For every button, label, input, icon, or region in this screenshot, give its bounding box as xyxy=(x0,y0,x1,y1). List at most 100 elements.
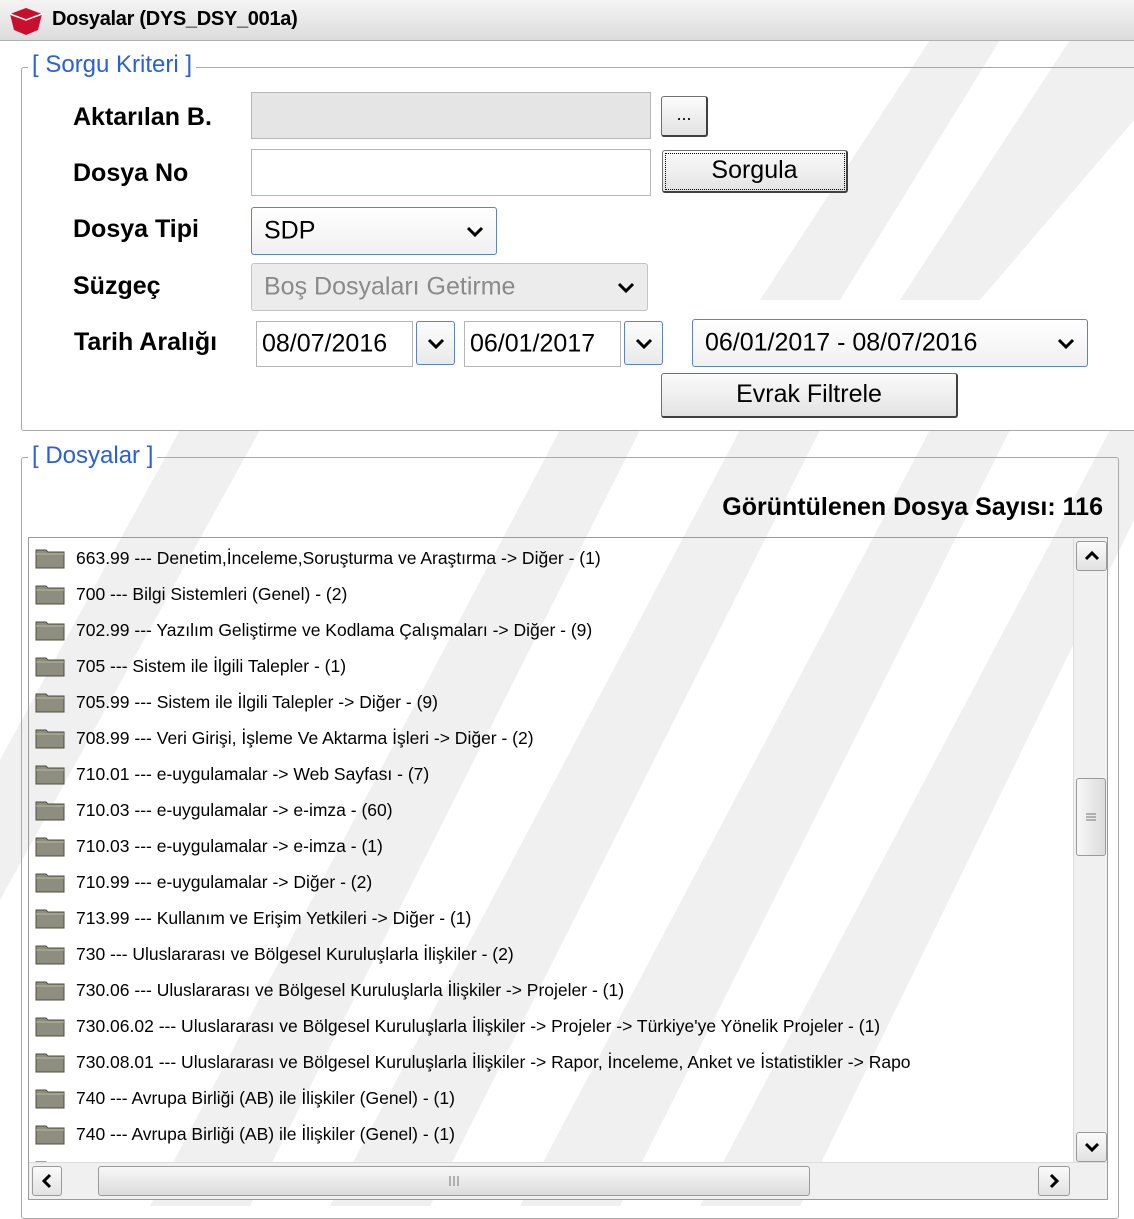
file-count-text: Görüntülenen Dosya Sayısı: 116 xyxy=(722,493,1103,521)
file-list-item-label: 710.01 --- e-uygulamalar -> Web Sayfası … xyxy=(76,763,430,784)
file-list-item[interactable]: 730 --- Uluslararası ve Bölgesel Kuruluş… xyxy=(35,936,514,972)
file-list-item-label: 702.99 --- Yazılım Geliştirme ve Kodlama… xyxy=(76,619,593,640)
file-list[interactable]: 663.99 --- Denetim,İnceleme,Soruşturma v… xyxy=(28,537,1108,1200)
folder-icon xyxy=(35,981,65,1001)
file-list-item[interactable]: 740 --- Avrupa Birliği (AB) ile İlişkile… xyxy=(35,1116,455,1152)
file-list-item[interactable]: 663.99 --- Denetim,İnceleme,Soruşturma v… xyxy=(35,540,601,576)
sorgula-button[interactable]: Sorgula xyxy=(662,150,848,193)
file-list-item[interactable]: 702.99 --- Yazılım Geliştirme ve Kodlama… xyxy=(35,612,592,648)
file-list-item-label: 700 --- Bilgi Sistemleri (Genel) - (2) xyxy=(76,583,348,604)
file-list-item[interactable]: 700 --- Bilgi Sistemleri (Genel) - (2) xyxy=(35,576,347,612)
file-list-item-label: 708.99 --- Veri Girişi, İşleme Ve Aktarm… xyxy=(76,727,534,748)
folder-icon xyxy=(35,549,65,569)
start-date-value: 08/07/2016 xyxy=(262,329,388,358)
file-list-item-label: 710.03 --- e-uygulamalar -> e-imza - (60… xyxy=(76,799,393,820)
folder-icon xyxy=(35,1053,65,1073)
aktarilan-input[interactable] xyxy=(252,93,650,138)
folder-icon xyxy=(35,765,65,785)
file-list-item-label: 705 --- Sistem ile İlgili Talepler - (1) xyxy=(76,655,347,676)
suzgec-label: Süzgeç xyxy=(73,272,161,300)
evrak-filtrele-button[interactable]: Evrak Filtrele xyxy=(661,373,958,418)
aktarilan-field[interactable] xyxy=(251,92,651,139)
suzgec-value: Boş Dosyaları Getirme xyxy=(264,272,516,301)
start-date-picker-button[interactable] xyxy=(416,321,455,365)
file-list-item-label: 710.99 --- e-uygulamalar -> Diğer - (2) xyxy=(76,871,373,892)
browse-button-label: ... xyxy=(676,104,692,124)
start-date-field[interactable]: 08/07/2016 xyxy=(256,321,413,367)
evrak-filtrele-label: Evrak Filtrele xyxy=(736,380,882,408)
dosya-tipi-label: Dosya Tipi xyxy=(73,215,199,243)
scroll-down-button[interactable] xyxy=(1076,1132,1107,1162)
file-list-item-label: 705.99 --- Sistem ile İlgili Talepler ->… xyxy=(76,691,438,712)
title-bar: Dosyalar (DYS_DSY_001a) xyxy=(0,0,1134,41)
tarih-araligi-label: Tarih Aralığı xyxy=(74,328,218,356)
dosya-tipi-value: SDP xyxy=(264,216,316,245)
query-criteria-legend: [ Sorgu Kriteri ] xyxy=(28,51,197,79)
horizontal-scroll-thumb[interactable] xyxy=(98,1166,810,1196)
dosya-no-input[interactable] xyxy=(252,150,650,195)
file-list-item[interactable]: 740 --- Avrupa Birliği (AB) ile İlişkile… xyxy=(35,1080,455,1116)
chevron-left-icon xyxy=(42,1173,52,1189)
file-list-item-label: 740 --- Avrupa Birliği (AB) ile İlişkile… xyxy=(76,1123,455,1144)
folder-icon xyxy=(35,801,65,821)
file-list-item[interactable]: 708.99 --- Veri Girişi, İşleme Ve Aktarm… xyxy=(35,720,534,756)
window-title: Dosyalar (DYS_DSY_001a) xyxy=(52,8,298,30)
file-list-item-label: 730.06 --- Uluslararası ve Bölgesel Kuru… xyxy=(76,979,625,1000)
vertical-scrollbar[interactable] xyxy=(1073,538,1107,1163)
end-date-field[interactable]: 06/01/2017 xyxy=(464,321,621,367)
suzgec-select[interactable]: Boş Dosyaları Getirme xyxy=(251,263,648,311)
file-list-item-label: 740 --- Avrupa Birliği (AB) ile İlişkile… xyxy=(76,1087,455,1108)
date-range-select[interactable]: 06/01/2017 - 08/07/2016 xyxy=(692,319,1088,367)
file-list-item[interactable]: 730.06 --- Uluslararası ve Bölgesel Kuru… xyxy=(35,972,624,1008)
scroll-left-button[interactable] xyxy=(32,1166,62,1196)
file-list-item[interactable]: 705.99 --- Sistem ile İlgili Talepler ->… xyxy=(35,684,438,720)
file-list-item-label: 730.06.02 --- Uluslararası ve Bölgesel K… xyxy=(76,1015,881,1036)
sorgula-button-label: Sorgula xyxy=(711,156,798,184)
aktarilan-browse-button[interactable]: ... xyxy=(661,96,708,137)
aktarilan-label: Aktarılan B. xyxy=(73,103,212,131)
folder-icon xyxy=(35,1125,65,1145)
chevron-down-icon xyxy=(427,338,444,349)
folder-icon xyxy=(35,1089,65,1109)
dosya-tipi-select[interactable]: SDP xyxy=(251,207,497,255)
chevron-down-icon xyxy=(635,338,652,349)
chevron-up-icon xyxy=(1084,551,1099,561)
file-list-item[interactable]: 710.03 --- e-uygulamalar -> e-imza - (1) xyxy=(35,828,383,864)
folder-icon xyxy=(35,585,65,605)
horizontal-scrollbar[interactable] xyxy=(29,1162,1107,1199)
file-list-item[interactable]: 705 --- Sistem ile İlgili Talepler - (1) xyxy=(35,648,346,684)
folder-icon xyxy=(35,837,65,857)
file-list-item-label: 710.03 --- e-uygulamalar -> e-imza - (1) xyxy=(76,835,383,856)
vertical-scroll-thumb[interactable] xyxy=(1076,778,1106,856)
folder-icon xyxy=(35,909,65,929)
folder-icon xyxy=(35,945,65,965)
dosya-no-field[interactable] xyxy=(251,149,651,196)
folder-icon xyxy=(35,621,65,641)
file-list-item-label: 713.99 --- Kullanım ve Erişim Yetkileri … xyxy=(76,907,472,928)
file-list-item[interactable]: 730.06.02 --- Uluslararası ve Bölgesel K… xyxy=(35,1008,880,1044)
chevron-down-icon xyxy=(1084,1142,1099,1152)
folder-icon xyxy=(35,1017,65,1037)
file-list-item-label: 663.99 --- Denetim,İnceleme,Soruşturma v… xyxy=(76,547,601,568)
file-list-item[interactable]: 710.99 --- e-uygulamalar -> Diğer - (2) xyxy=(35,864,372,900)
file-list-item-label: 730.08.01 --- Uluslararası ve Bölgesel K… xyxy=(76,1051,911,1072)
end-date-value: 06/01/2017 xyxy=(470,329,596,358)
end-date-picker-button[interactable] xyxy=(624,321,663,365)
chevron-down-icon xyxy=(1057,338,1075,349)
scroll-up-button[interactable] xyxy=(1076,541,1107,571)
scroll-right-button[interactable] xyxy=(1038,1166,1070,1196)
folder-icon xyxy=(35,729,65,749)
folder-icon xyxy=(35,657,65,677)
file-list-item[interactable]: 730.08.01 --- Uluslararası ve Bölgesel K… xyxy=(35,1044,911,1080)
date-range-value: 06/01/2017 - 08/07/2016 xyxy=(705,328,978,357)
chevron-down-icon xyxy=(466,226,484,237)
folder-icon xyxy=(35,693,65,713)
red-shield-icon xyxy=(9,8,43,35)
folder-icon xyxy=(35,873,65,893)
files-legend: [ Dosyalar ] xyxy=(28,442,158,470)
file-list-item[interactable]: 710.01 --- e-uygulamalar -> Web Sayfası … xyxy=(35,756,429,792)
file-list-item-label: 730 --- Uluslararası ve Bölgesel Kuruluş… xyxy=(76,943,514,964)
file-list-item[interactable]: 713.99 --- Kullanım ve Erişim Yetkileri … xyxy=(35,900,471,936)
dosya-no-label: Dosya No xyxy=(73,159,189,187)
file-list-item[interactable]: 710.03 --- e-uygulamalar -> e-imza - (60… xyxy=(35,792,393,828)
